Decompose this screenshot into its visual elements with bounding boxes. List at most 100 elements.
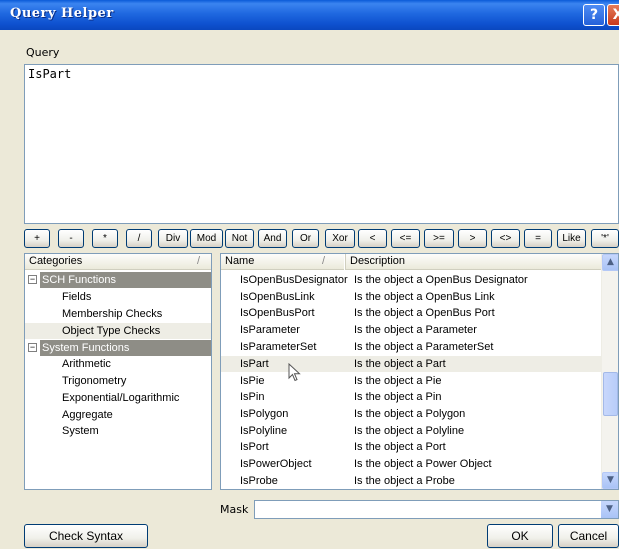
collapse-icon[interactable]: − bbox=[28, 343, 37, 352]
function-name: IsPin bbox=[240, 391, 265, 403]
table-row[interactable]: IsPin Is the object a Pin bbox=[221, 389, 601, 405]
function-description: Is the object a Pin bbox=[354, 391, 442, 403]
operator-minus-button[interactable]: - bbox=[58, 229, 84, 248]
operator-or-button[interactable]: Or bbox=[292, 229, 319, 248]
operator-greater-button[interactable]: > bbox=[458, 229, 487, 248]
category-item-trigonometry[interactable]: Trigonometry bbox=[62, 373, 126, 389]
function-name: IsProbe bbox=[240, 475, 278, 487]
category-item-exponential-logarithmic[interactable]: Exponential/Logarithmic bbox=[62, 390, 179, 406]
function-description: Is the object a Pie bbox=[354, 375, 442, 387]
ok-button[interactable]: OK bbox=[487, 524, 553, 548]
table-row[interactable]: IsParameterSet Is the object a ParameterS… bbox=[221, 339, 601, 355]
category-item-arithmetic[interactable]: Arithmetic bbox=[62, 356, 111, 372]
query-text: IsPart bbox=[28, 67, 72, 81]
operator-mod-button[interactable]: Mod bbox=[190, 229, 223, 248]
category-item-system[interactable]: System bbox=[62, 423, 99, 439]
table-row[interactable]: IsOpenBusDesignator Is the object a OpenB… bbox=[221, 272, 601, 288]
function-description: Is the object a OpenBus Designator bbox=[354, 274, 528, 286]
functions-table: Name / Description IsOpenBusDesignator Is… bbox=[220, 253, 619, 490]
function-name: IsPie bbox=[240, 375, 265, 387]
operator-div-button[interactable]: Div bbox=[158, 229, 188, 248]
function-name: IsOpenBusPort bbox=[240, 307, 315, 319]
table-row[interactable]: IsProbe Is the object a Probe bbox=[221, 473, 601, 489]
sort-icon: / bbox=[197, 255, 201, 267]
table-row[interactable]: IsParameter Is the object a Parameter bbox=[221, 322, 601, 338]
function-name: IsParameter bbox=[240, 324, 300, 336]
category-item-membership-checks[interactable]: Membership Checks bbox=[62, 306, 162, 322]
category-label: Object Type Checks bbox=[62, 325, 161, 337]
description-column-label: Description bbox=[350, 255, 406, 267]
operator-less-button[interactable]: < bbox=[358, 229, 387, 248]
close-icon[interactable]: X bbox=[607, 4, 619, 26]
category-item-fields[interactable]: Fields bbox=[62, 289, 91, 305]
operator-plus-button[interactable]: + bbox=[24, 229, 50, 248]
category-group-sch-functions[interactable]: − SCH Functions bbox=[25, 272, 211, 288]
function-description: Is the object a OpenBus Port bbox=[354, 307, 495, 319]
check-syntax-button[interactable]: Check Syntax bbox=[24, 524, 148, 548]
function-description: Is the object a Polyline bbox=[354, 425, 465, 437]
scroll-up-icon[interactable]: ▲ bbox=[602, 254, 618, 271]
function-description: Is the object a Polygon bbox=[354, 408, 466, 420]
sort-icon: / bbox=[322, 255, 326, 267]
operator-and-button[interactable]: And bbox=[258, 229, 287, 248]
name-column-header[interactable]: Name / bbox=[221, 254, 344, 270]
table-row[interactable]: IsOpenBusPort Is the object a OpenBus Por… bbox=[221, 305, 601, 321]
category-label: SCH Functions bbox=[40, 272, 211, 288]
query-textarea[interactable]: IsPart bbox=[24, 64, 619, 224]
mouse-cursor-icon bbox=[288, 363, 301, 382]
function-name: IsPart bbox=[240, 358, 269, 370]
category-group-system-functions[interactable]: − System Functions bbox=[25, 340, 211, 356]
function-name: IsOpenBusLink bbox=[240, 291, 315, 303]
table-row[interactable]: IsPort Is the object a Port bbox=[221, 439, 601, 455]
query-label: Query bbox=[26, 46, 60, 59]
table-row-selected[interactable]: IsPart Is the object a Part bbox=[221, 356, 601, 372]
function-description: Is the object a Port bbox=[354, 441, 446, 453]
mask-input[interactable]: ▼ bbox=[254, 500, 619, 519]
operator-divide-button[interactable]: / bbox=[126, 229, 152, 248]
function-name: IsPowerObject bbox=[240, 458, 312, 470]
function-description: Is the object a Power Object bbox=[354, 458, 492, 470]
function-name: IsParameterSet bbox=[240, 341, 317, 353]
table-row[interactable]: IsOpenBusLink Is the object a OpenBus Lin… bbox=[221, 289, 601, 305]
operator-xor-button[interactable]: Xor bbox=[325, 229, 355, 248]
cancel-button[interactable]: Cancel bbox=[558, 524, 619, 548]
chevron-down-icon[interactable]: ▼ bbox=[601, 501, 618, 518]
table-row[interactable]: IsPie Is the object a Pie bbox=[221, 373, 601, 389]
scroll-down-icon[interactable]: ▼ bbox=[602, 472, 618, 489]
function-description: Is the object a Part bbox=[354, 358, 446, 370]
function-description: Is the object a OpenBus Link bbox=[354, 291, 495, 303]
mask-label: Mask bbox=[220, 503, 249, 516]
help-icon[interactable]: ? bbox=[583, 4, 605, 26]
function-name: IsPolyline bbox=[240, 425, 288, 437]
operator-equal-button[interactable]: = bbox=[524, 229, 552, 248]
function-description: Is the object a ParameterSet bbox=[354, 341, 494, 353]
operator-like-button[interactable]: Like bbox=[557, 229, 586, 248]
categories-panel: Categories / − SCH Functions Fields Memb… bbox=[24, 253, 212, 490]
category-item-object-type-checks[interactable]: Object Type Checks bbox=[25, 323, 211, 339]
function-description: Is the object a Probe bbox=[354, 475, 455, 487]
operator-not-equal-button[interactable]: <> bbox=[491, 229, 520, 248]
categories-header-label: Categories bbox=[29, 255, 83, 267]
scrollbar-thumb[interactable] bbox=[603, 372, 618, 416]
table-row[interactable]: IsPowerObject Is the object a Power Objec… bbox=[221, 456, 601, 472]
name-column-label: Name bbox=[225, 255, 255, 267]
operator-multiply-button[interactable]: * bbox=[92, 229, 118, 248]
category-label: System Functions bbox=[40, 340, 211, 356]
operator-wildcard-button[interactable]: '*' bbox=[591, 229, 619, 248]
categories-header[interactable]: Categories / bbox=[25, 254, 211, 270]
query-helper-window: Query Helper ? X Query IsPart + - * / Di… bbox=[0, 0, 619, 549]
operator-greater-equal-button[interactable]: >= bbox=[424, 229, 454, 248]
window-title: Query Helper bbox=[10, 6, 114, 21]
collapse-icon[interactable]: − bbox=[28, 275, 37, 284]
table-row[interactable]: IsPolyline Is the object a Polyline bbox=[221, 423, 601, 439]
operator-less-equal-button[interactable]: <= bbox=[391, 229, 420, 248]
vertical-scrollbar[interactable]: ▲ ▼ bbox=[601, 254, 618, 489]
table-row[interactable]: IsPolygon Is the object a Polygon bbox=[221, 406, 601, 422]
function-name: IsPort bbox=[240, 441, 269, 453]
operator-not-button[interactable]: Not bbox=[225, 229, 254, 248]
function-description: Is the object a Parameter bbox=[354, 324, 477, 336]
description-column-header[interactable]: Description bbox=[345, 254, 602, 270]
title-bar: Query Helper ? X bbox=[0, 0, 619, 30]
function-name: IsOpenBusDesignator bbox=[240, 274, 348, 286]
category-item-aggregate[interactable]: Aggregate bbox=[62, 407, 113, 423]
